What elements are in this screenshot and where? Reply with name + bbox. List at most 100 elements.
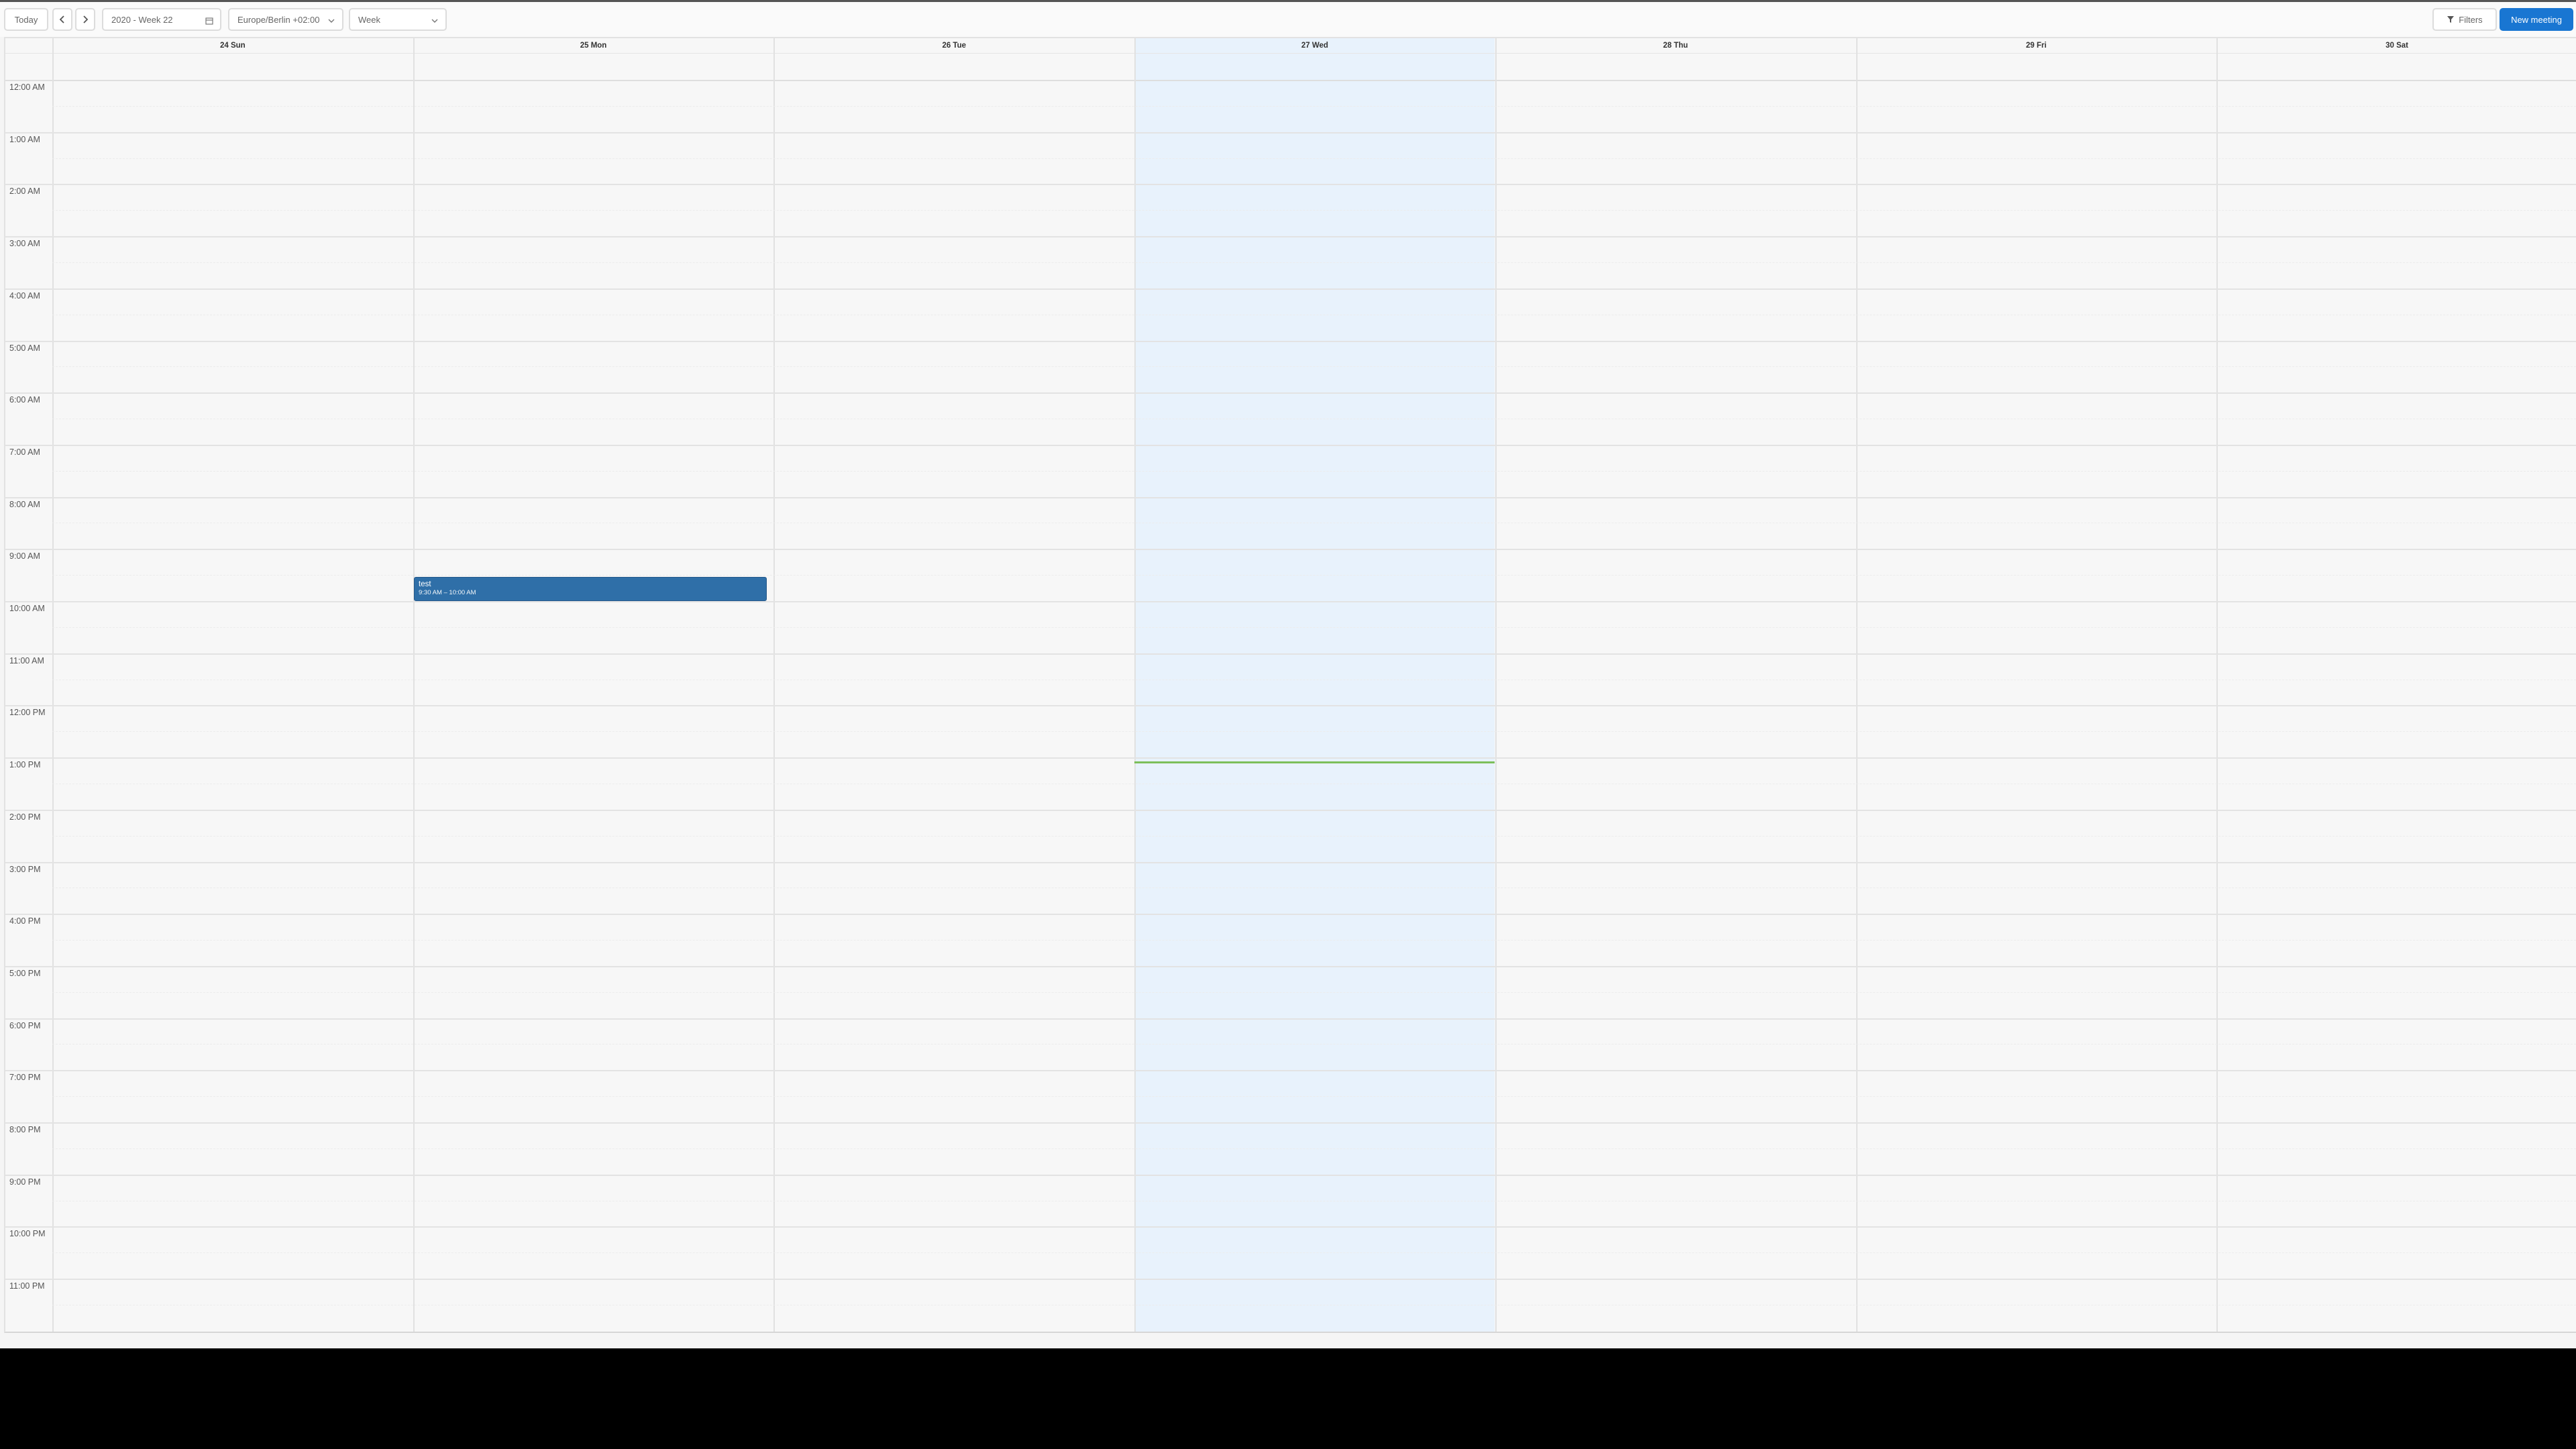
day-headers: 24 Sun 25 Mon 26 Tue 27 Wed 28 Thu 29 Fri 30 S… — [5, 38, 2576, 53]
today-button[interactable]: Today — [4, 8, 48, 31]
hour-line — [5, 653, 2576, 655]
time-label: 3:00 PM — [9, 864, 41, 874]
half-hour-line — [52, 940, 2576, 941]
time-label: 11:00 PM — [9, 1281, 45, 1291]
next-week-button[interactable] — [75, 8, 95, 31]
day-header[interactable]: 26 Tue — [773, 38, 1134, 53]
timezone-select-value: Europe/Berlin +02:00 — [237, 14, 320, 25]
half-hour-line — [52, 1148, 2576, 1149]
time-label: 8:00 AM — [9, 499, 40, 509]
header-divider — [5, 80, 2576, 81]
column-divider — [413, 38, 415, 1332]
day-header[interactable]: 30 Sat — [2216, 38, 2576, 53]
hour-line — [5, 549, 2576, 551]
hour-line — [5, 1174, 2576, 1176]
column-divider — [2216, 38, 2218, 1332]
chevron-right-icon — [83, 15, 89, 23]
day-header[interactable]: 29 Fri — [1856, 38, 2217, 53]
half-hour-line — [52, 575, 2576, 576]
half-hour-line — [52, 1252, 2576, 1254]
hour-line — [5, 288, 2576, 290]
today-column-highlight — [1134, 38, 1495, 1332]
previous-week-button[interactable] — [52, 8, 72, 31]
half-hour-line — [52, 105, 2576, 107]
half-hour-line — [52, 991, 2576, 993]
half-hour-line — [52, 262, 2576, 263]
time-label: 6:00 PM — [9, 1020, 41, 1030]
day-header[interactable]: 24 Sun — [52, 38, 413, 53]
hour-line — [5, 1018, 2576, 1020]
half-hour-line — [52, 470, 2576, 472]
half-hour-line — [52, 158, 2576, 159]
hour-line — [5, 131, 2576, 133]
week-picker[interactable]: 2020 - Week 22 — [102, 8, 221, 31]
chevron-left-icon — [59, 15, 64, 23]
new-meeting-button[interactable]: New meeting — [2500, 8, 2573, 31]
time-label: 7:00 AM — [9, 447, 40, 457]
time-label: 10:00 AM — [9, 604, 45, 613]
column-divider — [1495, 38, 1497, 1332]
time-label: 6:00 AM — [9, 395, 40, 405]
week-calendar-grid: 24 Sun 25 Mon 26 Tue 27 Wed 28 Thu 29 Fri 30 S… — [4, 37, 2576, 1333]
day-header[interactable]: 28 Thu — [1495, 38, 1856, 53]
time-label: 4:00 AM — [9, 290, 40, 301]
hour-line — [5, 757, 2576, 759]
time-label: 4:00 PM — [9, 916, 41, 926]
hour-line — [5, 809, 2576, 811]
day-header[interactable]: 27 Wed — [1134, 38, 1495, 53]
column-divider — [52, 38, 54, 1332]
time-label: 5:00 AM — [9, 343, 40, 353]
hour-line — [5, 601, 2576, 602]
time-label: 2:00 AM — [9, 186, 40, 197]
all-day-row-divider — [5, 53, 2576, 54]
hour-line — [5, 705, 2576, 707]
filters-button-label: Filters — [2459, 14, 2483, 25]
time-label: 5:00 PM — [9, 968, 41, 978]
half-hour-line — [52, 627, 2576, 628]
event-time: 9:30 AM – 10:00 AM — [419, 589, 476, 596]
day-header[interactable]: 25 Mon — [413, 38, 774, 53]
hour-line — [5, 392, 2576, 394]
hour-line — [5, 1226, 2576, 1228]
half-hour-line — [52, 1096, 2576, 1097]
today-button-label: Today — [14, 14, 38, 25]
view-select-value: Week — [358, 14, 380, 25]
half-hour-line — [52, 835, 2576, 837]
hour-line — [5, 965, 2576, 967]
time-label: 2:00 PM — [9, 812, 41, 822]
hour-line — [5, 236, 2576, 238]
calendar-event[interactable]: test 9:30 AM – 10:00 AM — [414, 577, 767, 601]
calendar-app: Today 2020 - Week 22 Europe/Berlin +02:0… — [0, 0, 2576, 1348]
hour-line — [5, 914, 2576, 916]
column-divider — [1134, 38, 1136, 1332]
filters-button[interactable]: Filters — [2432, 8, 2497, 31]
half-hour-line — [52, 731, 2576, 733]
time-label: 1:00 PM — [9, 760, 41, 770]
event-title: test — [419, 580, 431, 588]
filter-icon — [2447, 16, 2455, 23]
hour-line — [5, 184, 2576, 186]
time-label: 12:00 AM — [9, 83, 45, 92]
time-label: 1:00 AM — [9, 134, 40, 144]
column-divider — [773, 38, 775, 1332]
view-select[interactable]: Week — [349, 8, 447, 31]
time-label: 8:00 PM — [9, 1125, 41, 1134]
time-label: 10:00 PM — [9, 1229, 46, 1239]
current-time-indicator — [1134, 761, 1495, 763]
half-hour-line — [52, 366, 2576, 368]
chevron-down-icon — [431, 19, 438, 23]
toolbar: Today 2020 - Week 22 Europe/Berlin +02:0… — [0, 2, 2576, 37]
time-label: 9:00 PM — [9, 1177, 41, 1187]
half-hour-line — [52, 210, 2576, 211]
hour-line — [5, 1279, 2576, 1281]
hour-line — [5, 496, 2576, 498]
hour-line — [5, 444, 2576, 446]
new-meeting-button-label: New meeting — [2511, 14, 2562, 25]
chevron-down-icon — [328, 19, 335, 23]
time-label: 7:00 PM — [9, 1073, 41, 1083]
hour-line — [5, 1070, 2576, 1072]
hour-line — [5, 861, 2576, 863]
timezone-select[interactable]: Europe/Berlin +02:00 — [228, 8, 343, 31]
time-label: 12:00 PM — [9, 708, 46, 718]
column-divider — [1856, 38, 1858, 1332]
